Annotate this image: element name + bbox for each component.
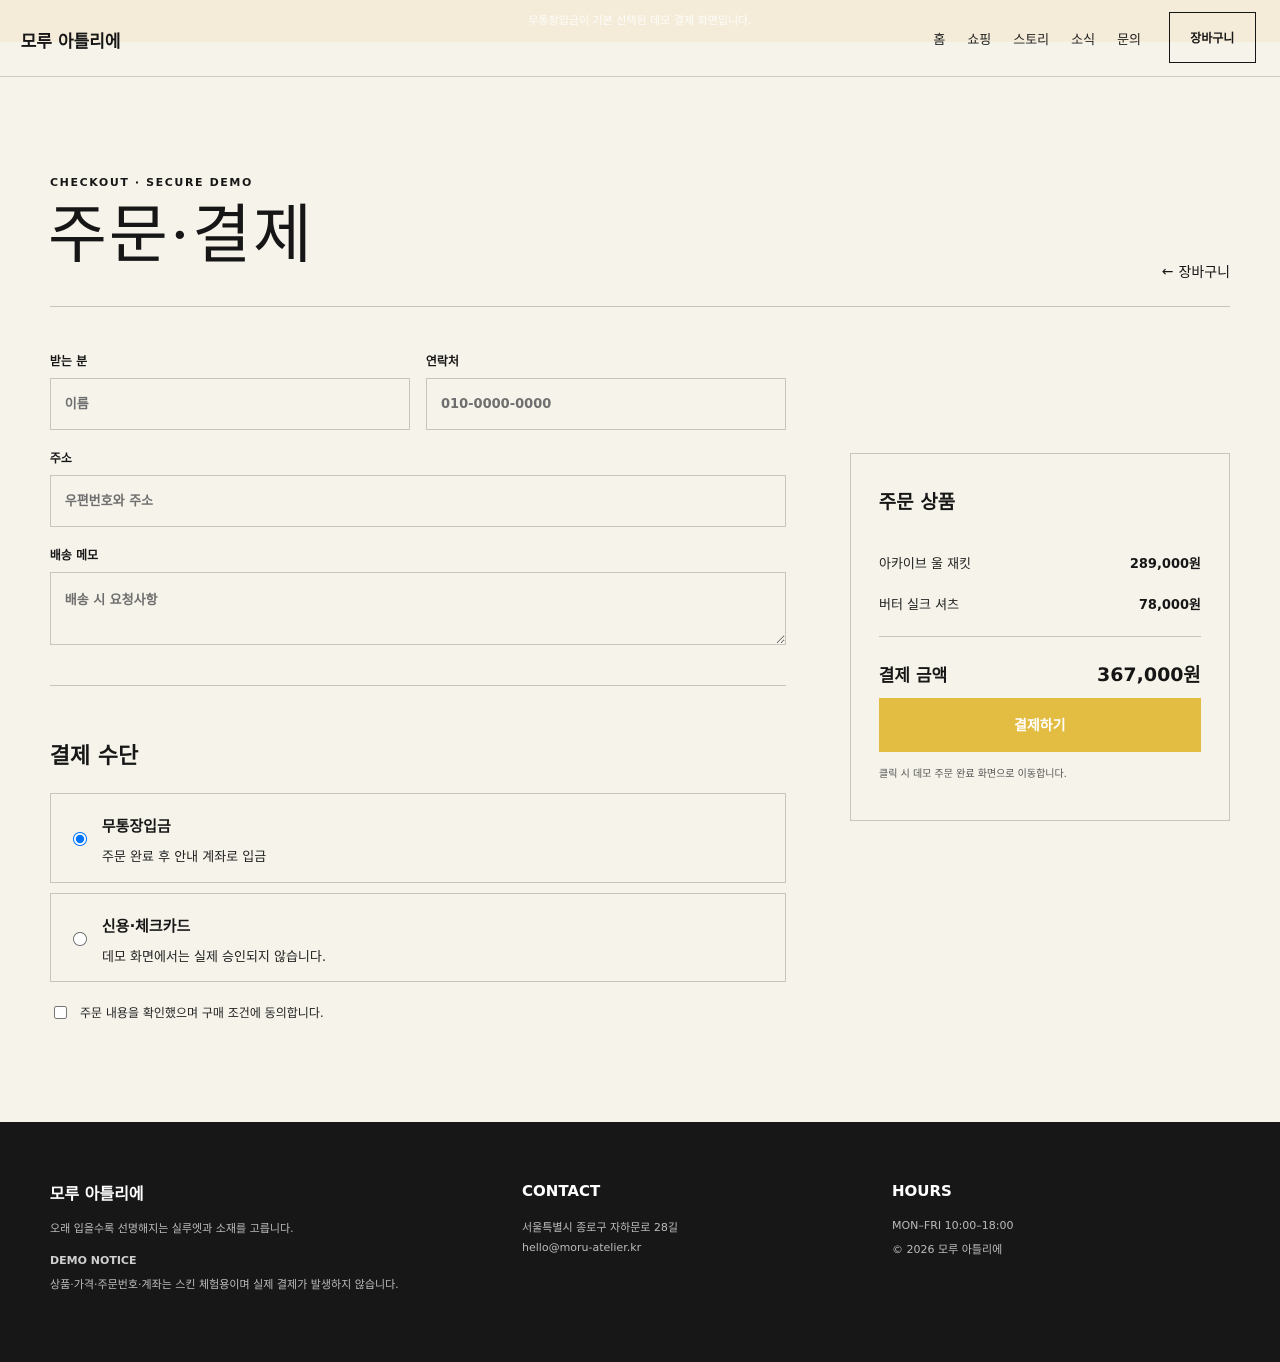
hours-heading: HOURS: [892, 1182, 952, 1200]
order-item-name: 버터 실크 셔츠: [879, 598, 960, 613]
terms-checkbox[interactable]: [54, 1006, 67, 1019]
address-label: 주소: [50, 451, 73, 465]
terms-agreement[interactable]: 주문 내용을 확인했으며 구매 조건에 동의합니다.: [54, 1004, 324, 1021]
order-summary-panel: 주문 상품 아카이브 울 재킷 289,000원 버터 실크 셔츠 78,000…: [850, 453, 1230, 821]
payment-option-title: 신용·체크카드: [102, 917, 191, 935]
order-total-row: 결제 금액 367,000원: [879, 660, 1201, 687]
contact-address: 서울특별시 종로구 자하문로 28길: [522, 1221, 679, 1234]
bank-transfer-radio[interactable]: [73, 832, 87, 846]
payment-option-card[interactable]: 신용·체크카드 데모 화면에서는 실제 승인되지 않습니다.: [50, 893, 786, 982]
back-link-label: 장바구니: [1178, 265, 1230, 281]
recipient-label: 받는 분: [50, 354, 88, 368]
contact-heading: CONTACT: [522, 1182, 601, 1200]
demo-notice-text: 상품·가격·주문번호·계좌는 스킨 체험용이며 실제 결제가 발생하지 않습니다…: [50, 1278, 399, 1291]
nav-contact[interactable]: 문의: [1117, 29, 1141, 48]
card-radio[interactable]: [73, 932, 87, 946]
footer-tagline: 오래 입을수록 선명해지는 실루엣과 소재를 고릅니다.: [50, 1222, 294, 1235]
page-title: 주문·결제: [48, 199, 314, 273]
site-logo[interactable]: 모루 아틀리에: [21, 27, 121, 52]
pay-button-note: 클릭 시 데모 주문 완료 화면으로 이동합니다.: [879, 769, 1067, 780]
contact-email[interactable]: hello@moru-atelier.kr: [522, 1241, 641, 1254]
phone-input[interactable]: [426, 378, 786, 430]
phone-label: 연락처: [426, 354, 460, 368]
demo-notice-heading: DEMO NOTICE: [50, 1254, 137, 1267]
order-item-row: 아카이브 울 재킷 289,000원: [879, 553, 1201, 572]
back-to-cart-link[interactable]: ← 장바구니: [1162, 262, 1230, 282]
address-input[interactable]: [50, 475, 786, 527]
footer-logo: 모루 아틀리에: [50, 1184, 144, 1203]
copyright: © 2026 모루 아틀리에: [892, 1243, 1003, 1256]
site-header: 모루 아틀리에 홈 쇼핑 스토리 소식 문의 장바구니: [0, 0, 1280, 77]
terms-agreement-label: 주문 내용을 확인했으며 구매 조건에 동의합니다.: [80, 1006, 324, 1020]
nav-news[interactable]: 소식: [1071, 29, 1095, 48]
payment-option-title: 무통장입금: [102, 817, 172, 835]
main-nav: 홈 쇼핑 스토리 소식 문의: [911, 29, 1141, 48]
payment-option-desc: 주문 완료 후 안내 계좌로 입금: [102, 850, 267, 865]
order-total-label: 결제 금액: [879, 666, 948, 686]
order-total-value: 367,000원: [1096, 664, 1201, 686]
arrow-left-icon: ←: [1161, 264, 1174, 280]
recipient-name-input[interactable]: [50, 378, 410, 430]
delivery-memo-textarea[interactable]: [50, 572, 786, 645]
payment-option-desc: 데모 화면에서는 실제 승인되지 않습니다.: [102, 950, 326, 965]
nav-home[interactable]: 홈: [933, 29, 945, 48]
payment-method-title: 결제 수단: [50, 744, 139, 769]
nav-story[interactable]: 스토리: [1013, 29, 1049, 48]
order-item-row: 버터 실크 셔츠 78,000원: [879, 594, 1201, 613]
form-divider: [50, 685, 786, 686]
order-summary-title: 주문 상품: [879, 491, 956, 513]
page-eyebrow: CHECKOUT · SECURE DEMO: [50, 176, 253, 189]
order-item-price: 289,000원: [1129, 557, 1201, 572]
site-footer: 모루 아틀리에 오래 입을수록 선명해지는 실루엣과 소재를 고릅니다. DEM…: [0, 1122, 1280, 1362]
order-item-name: 아카이브 울 재킷: [879, 557, 971, 572]
nav-shop[interactable]: 쇼핑: [967, 29, 991, 48]
title-divider: [50, 306, 1230, 307]
pay-button[interactable]: 결제하기: [879, 698, 1201, 752]
order-item-price: 78,000원: [1138, 598, 1201, 613]
summary-divider: [879, 636, 1201, 637]
cart-button[interactable]: 장바구니: [1169, 12, 1256, 63]
memo-label: 배송 메모: [50, 548, 99, 562]
business-hours: MON–FRI 10:00–18:00: [892, 1219, 1014, 1232]
payment-option-bank-transfer[interactable]: 무통장입금 주문 완료 후 안내 계좌로 입금: [50, 793, 786, 883]
